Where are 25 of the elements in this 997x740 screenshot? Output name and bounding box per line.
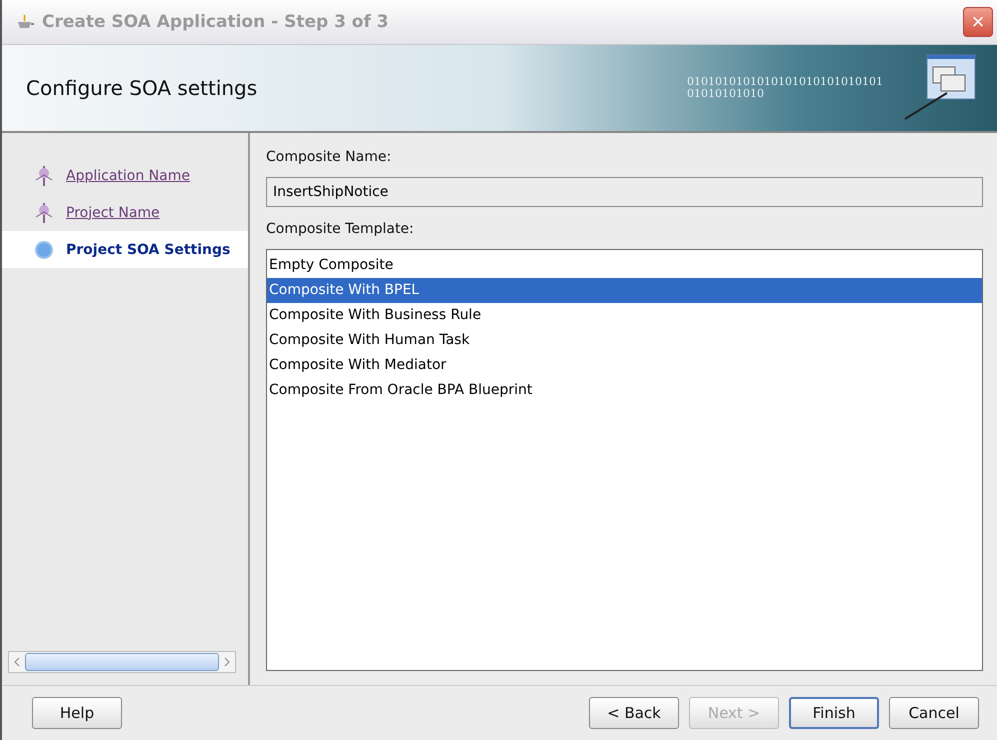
dialog-button[interactable]: Finish — [789, 697, 879, 729]
train-step[interactable]: Project SOA Settings — [2, 231, 248, 268]
list-item[interactable]: Composite With Mediator — [267, 353, 982, 378]
cup-icon — [16, 14, 36, 30]
horizontal-scrollbar[interactable] — [8, 651, 236, 673]
list-item[interactable]: Composite With Human Task — [267, 328, 982, 353]
dialog-button[interactable]: < Back — [589, 697, 679, 729]
template-list[interactable]: Empty Composite Composite With BPEL Composite With Business Rule Composite With Human Task Composite With Mediator Composite From Oracle BPA Blueprint — [266, 249, 983, 671]
binary-decoration: 0101010101010101010101010101 01010101010 — [687, 76, 883, 100]
step-node-icon — [34, 202, 54, 222]
list-item[interactable]: Composite With BPEL — [267, 278, 982, 303]
dialog-button[interactable]: Help — [32, 697, 122, 729]
train-step[interactable]: Application Name — [2, 157, 248, 194]
field-label: Composite Template: — [266, 221, 415, 237]
train-step[interactable]: Project Name — [2, 194, 248, 231]
page-title: Configure SOA settings — [26, 76, 258, 100]
window-title: Create SOA Application - Step 3 of 3 — [42, 12, 390, 32]
list-item[interactable]: Composite From Oracle BPA Blueprint — [267, 378, 982, 403]
dialog-button[interactable]: Cancel — [889, 697, 979, 729]
composite-name-field[interactable]: InsertShipNotice — [266, 177, 983, 207]
step-node-icon — [34, 240, 54, 260]
list-item[interactable]: Composite With Business Rule — [267, 303, 982, 328]
field-label: Composite Name: — [266, 149, 392, 165]
step-node-icon — [34, 166, 54, 186]
list-item[interactable]: Empty Composite — [267, 253, 982, 278]
